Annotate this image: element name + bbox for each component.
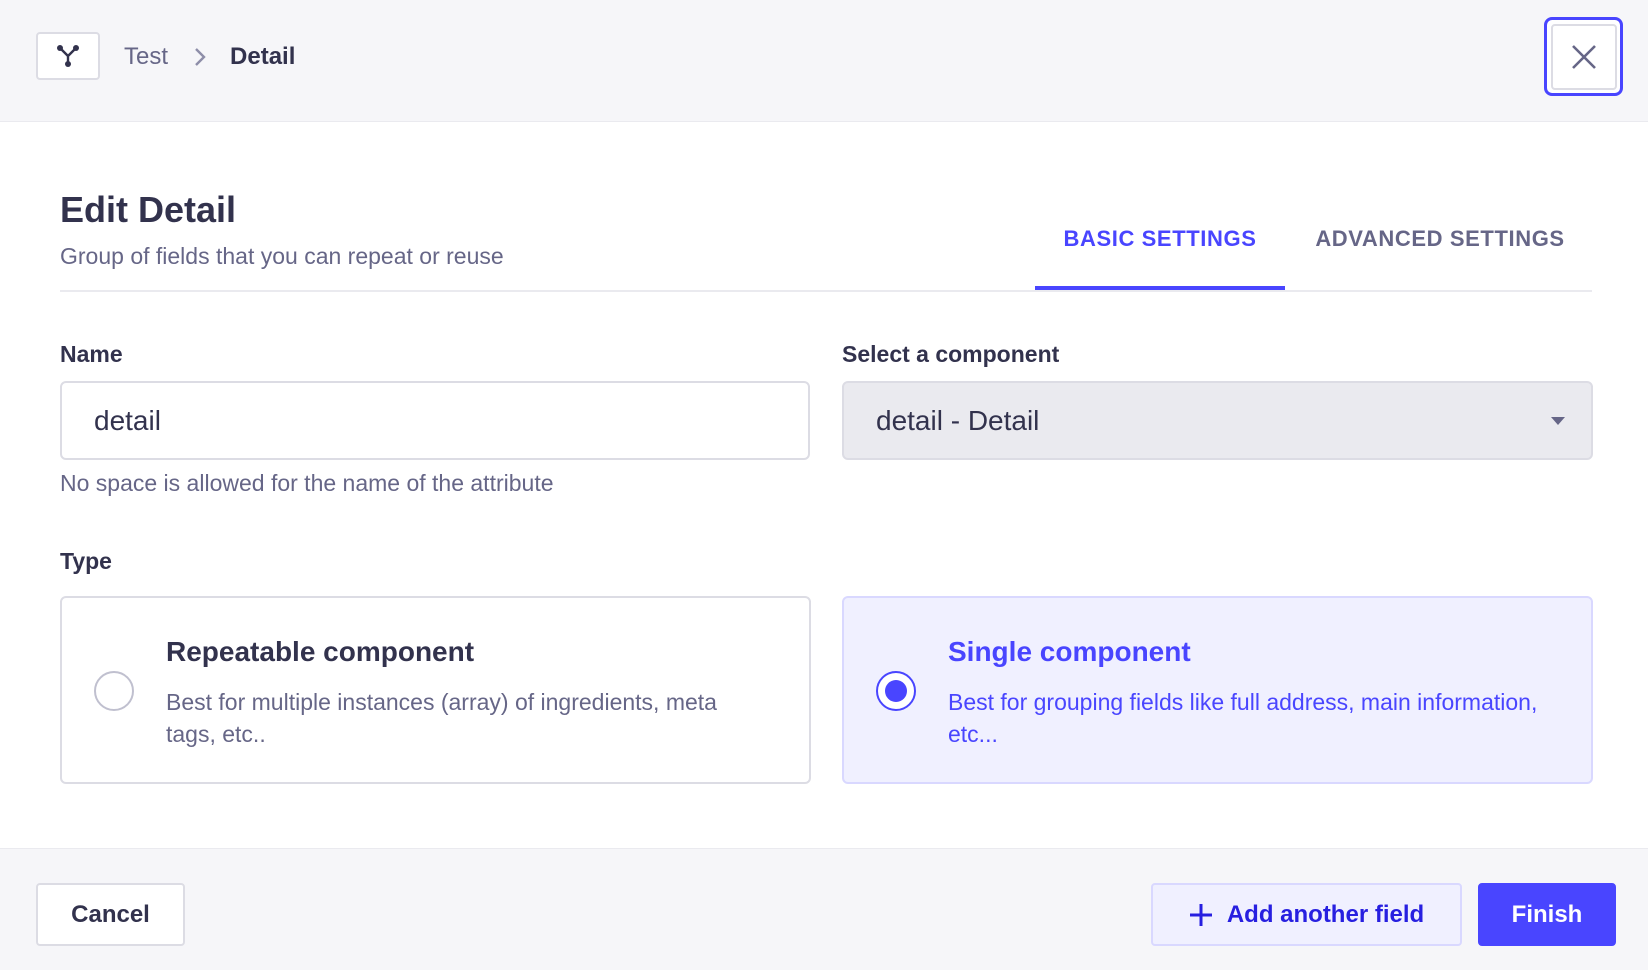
close-button[interactable] xyxy=(1544,17,1623,96)
page-title: Edit Detail xyxy=(60,189,237,230)
caret-down-icon xyxy=(1551,417,1565,425)
radio-card-title: Single component xyxy=(948,636,1191,667)
finish-button[interactable]: Finish xyxy=(1478,883,1616,946)
tab-basic-settings[interactable]: BASIC SETTINGS xyxy=(1035,212,1285,290)
component-select[interactable]: detail - Detail xyxy=(842,381,1593,460)
breadcrumb-current: Detail xyxy=(230,43,296,70)
close-button-inner xyxy=(1550,23,1617,90)
component-select-label: Select a component xyxy=(842,341,1060,367)
tabs-divider xyxy=(60,290,1592,292)
close-icon xyxy=(1571,44,1596,69)
radio-selected-dot xyxy=(885,680,907,702)
name-label: Name xyxy=(60,341,123,367)
plus-icon xyxy=(1189,903,1212,926)
name-hint: No space is allowed for the name of the … xyxy=(60,470,554,496)
add-another-field-label: Add another field xyxy=(1226,900,1425,928)
tab-advanced-settings[interactable]: ADVANCED SETTINGS xyxy=(1285,212,1595,290)
settings-tabs: BASIC SETTINGS ADVANCED SETTINGS xyxy=(1035,212,1595,290)
edit-field-modal: Test Detail Edit Detail Group of fields … xyxy=(0,0,1648,970)
component-branch-icon xyxy=(57,45,79,67)
breadcrumb: Test Detail xyxy=(124,40,295,74)
radio-card-description: Best for grouping fields like full addre… xyxy=(948,689,1538,747)
cancel-button[interactable]: Cancel xyxy=(36,883,185,946)
chevron-right-icon xyxy=(194,47,206,67)
page-subtitle: Group of fields that you can repeat or r… xyxy=(60,243,504,269)
radio-card-single[interactable]: Single component Best for grouping field… xyxy=(842,596,1593,784)
component-icon-box xyxy=(36,32,100,80)
add-another-field-button[interactable]: Add another field xyxy=(1151,883,1462,946)
radio-card-title: Repeatable component xyxy=(166,636,475,667)
component-select-value: detail - Detail xyxy=(876,404,1040,436)
radio-card-description: Best for multiple instances (array) of i… xyxy=(166,689,717,747)
name-input[interactable]: detail xyxy=(60,381,810,460)
radio-button-single[interactable] xyxy=(876,671,916,711)
modal-footer: Cancel Add another field Finish xyxy=(0,848,1648,970)
radio-button-repeatable[interactable] xyxy=(94,671,134,711)
radio-card-repeatable[interactable]: Repeatable component Best for multiple i… xyxy=(60,596,811,784)
modal-header: Test Detail xyxy=(0,0,1648,122)
breadcrumb-parent[interactable]: Test xyxy=(124,43,168,71)
type-label: Type xyxy=(60,548,112,574)
